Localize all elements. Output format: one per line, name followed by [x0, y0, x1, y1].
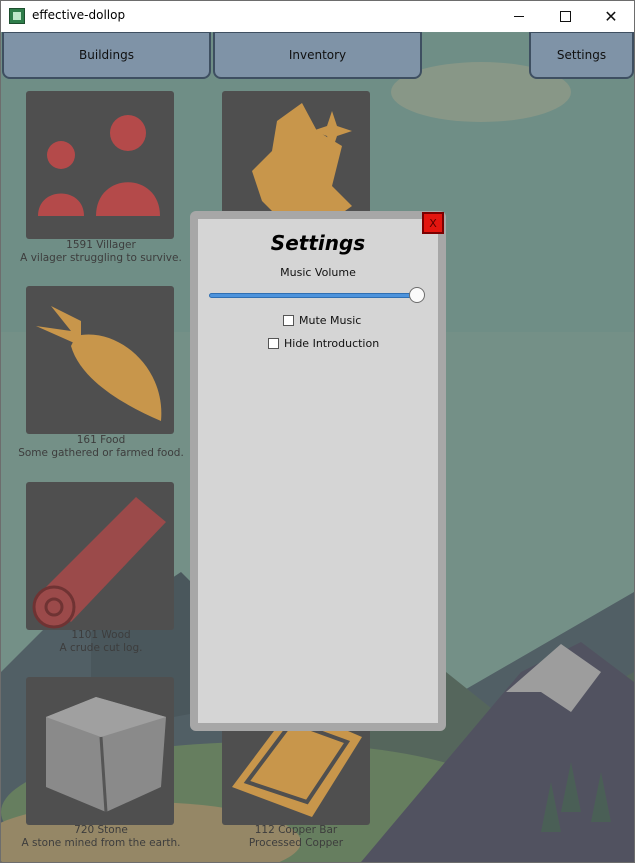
stone-icon — [46, 697, 166, 813]
mute-music-checkbox[interactable]: Mute Music — [283, 314, 361, 327]
resource-count: 161 Food — [76, 434, 126, 446]
tab-label: Buildings — [79, 48, 134, 62]
music-volume-label: Music Volume — [280, 266, 356, 279]
resource-count: 720 Stone — [74, 824, 128, 836]
resource-description: Processed Copper — [248, 837, 344, 849]
maximize-icon — [559, 11, 571, 22]
hide-introduction-checkbox[interactable]: Hide Introduction — [268, 337, 379, 350]
minimize-icon — [514, 16, 524, 17]
tab-label: Settings — [556, 48, 607, 62]
checkbox-box[interactable] — [268, 338, 279, 349]
resource-description: A vilager struggling to survive. — [20, 252, 182, 264]
villager-icon — [38, 115, 160, 216]
settings-dialog — [190, 211, 446, 731]
resource-card-food[interactable] — [26, 286, 174, 434]
tab-settings[interactable]: Settings — [529, 32, 634, 79]
resource-count: 112 Copper Bar — [254, 824, 338, 836]
checkbox-box[interactable] — [283, 315, 294, 326]
carrot-icon — [36, 306, 162, 421]
resource-card-villager[interactable] — [26, 91, 174, 239]
app-window: effective-dollop ✕ Buildings Inventory S… — [0, 0, 635, 863]
resource-count: 1101 Wood — [71, 629, 131, 641]
tab-buildings[interactable]: Buildings — [2, 32, 211, 79]
tab-label: Inventory — [288, 48, 347, 62]
window-close-button[interactable]: ✕ — [588, 1, 634, 32]
game-content: Buildings Inventory Settings 1591 Villag… — [1, 32, 634, 862]
log-icon — [32, 497, 166, 629]
maximize-button[interactable] — [542, 1, 588, 32]
settings-title: Settings — [270, 231, 366, 255]
music-volume-handle[interactable] — [409, 287, 425, 303]
close-label: X — [429, 216, 437, 230]
title-bar: effective-dollop ✕ — [1, 1, 634, 32]
resource-card-stone[interactable] — [26, 677, 174, 825]
resource-count: 1591 Villager — [66, 239, 136, 251]
window-title: effective-dollop — [32, 8, 126, 22]
close-icon: ✕ — [604, 6, 618, 26]
resource-card-wood[interactable] — [26, 482, 174, 630]
resource-description: A crude cut log. — [59, 642, 143, 654]
mute-music-label: Mute Music — [299, 314, 362, 327]
app-icon — [9, 8, 25, 24]
resource-description: Some gathered or farmed food. — [18, 447, 184, 459]
hide-introduction-label: Hide Introduction — [284, 337, 380, 350]
minimize-button[interactable] — [496, 1, 542, 32]
resource-description: A stone mined from the earth. — [21, 837, 181, 849]
tab-inventory[interactable]: Inventory — [213, 32, 422, 79]
music-volume-slider[interactable] — [209, 293, 419, 298]
